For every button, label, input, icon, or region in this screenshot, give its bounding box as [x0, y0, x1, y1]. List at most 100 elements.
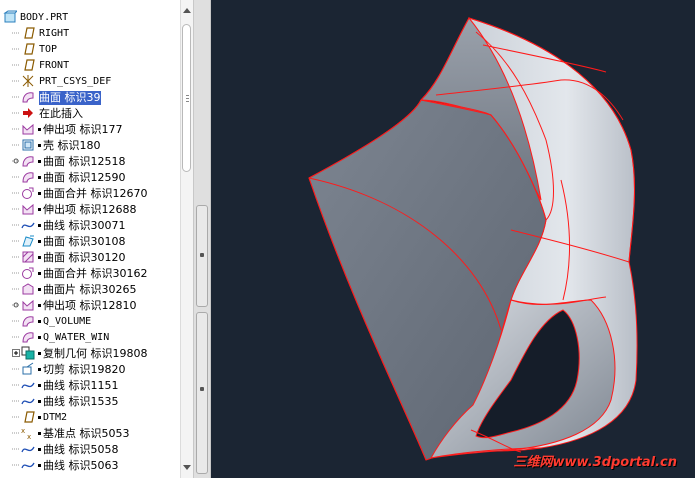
- bullet-icon: [38, 176, 41, 179]
- tree-item-label: 伸出项 标识12810: [43, 299, 137, 312]
- tree-item[interactable]: 曲面 标识12518: [0, 154, 180, 170]
- tree-item[interactable]: 复制几何 标识19808: [0, 346, 180, 362]
- tree-item-label: 壳 标识180: [43, 139, 101, 152]
- boundary-surface-icon: [21, 234, 35, 248]
- tree-item[interactable]: 曲面 标识12590: [0, 170, 180, 186]
- panel-splitter[interactable]: [193, 0, 211, 478]
- tree-item-label: 曲面片 标识30265: [43, 283, 137, 296]
- bullet-icon: [38, 128, 41, 131]
- bullet-icon: [38, 304, 41, 307]
- bullet-icon: [38, 464, 41, 467]
- tree-item-label: TOP: [39, 44, 58, 55]
- scroll-grip-icon: [186, 95, 189, 104]
- protrusion-icon: [21, 122, 35, 136]
- tree-scrollbar[interactable]: [180, 0, 193, 478]
- tree-item[interactable]: 曲面片 标识30265: [0, 282, 180, 298]
- tree-connector-icon: [12, 250, 21, 264]
- tree-item-label: 曲线 标识5058: [43, 443, 119, 456]
- datum-plane-icon: [21, 410, 35, 424]
- tree-item-label: 曲面 标识12518: [43, 155, 126, 168]
- tree-item[interactable]: RIGHT: [0, 26, 180, 42]
- copy-geometry-icon: [21, 346, 35, 360]
- tree-item[interactable]: 壳 标识180: [0, 138, 180, 154]
- graphics-viewport[interactable]: 三维网www.3dportal.cn: [211, 0, 695, 478]
- bullet-icon: [38, 224, 41, 227]
- tree-item[interactable]: 曲面 标识30108: [0, 234, 180, 250]
- tree-item-label: PRT_CSYS_DEF: [39, 76, 112, 87]
- tree-connector-icon: [12, 138, 21, 152]
- tree-item[interactable]: Q_VOLUME: [0, 314, 180, 330]
- svg-text:x: x: [21, 427, 25, 435]
- tree-item[interactable]: 在此插入: [0, 106, 180, 122]
- tree-item[interactable]: 伸出项 标识177: [0, 122, 180, 138]
- tree-item[interactable]: 曲线 标识5058: [0, 442, 180, 458]
- tree-connector-icon: [12, 234, 21, 248]
- tree-item[interactable]: 伸出项 标识12810: [0, 298, 180, 314]
- tree-item[interactable]: 曲线 标识5063: [0, 458, 180, 474]
- tree-item-label: 曲面 标识30120: [43, 251, 126, 264]
- coordinate-system-icon: [21, 74, 35, 88]
- curve-icon: [21, 394, 35, 408]
- tree-item[interactable]: DTM2: [0, 410, 180, 426]
- tree-item[interactable]: 曲面 标识30120: [0, 250, 180, 266]
- svg-text:x: x: [27, 433, 31, 440]
- expand-toggle-icon[interactable]: [12, 346, 21, 360]
- tree-item[interactable]: 曲面合并 标识12670: [0, 186, 180, 202]
- cut-icon: [21, 362, 35, 376]
- surface-merge-icon: [21, 266, 35, 280]
- tree-root[interactable]: BODY.PRT: [0, 10, 180, 26]
- tree-item-label: 曲面 标识39: [39, 91, 101, 105]
- pitcher-model: [308, 17, 638, 461]
- tree-item-label: 伸出项 标识12688: [43, 203, 137, 216]
- branch-connector-icon: [12, 154, 21, 168]
- tree-item[interactable]: 曲面 标识39: [0, 90, 180, 106]
- tree-item[interactable]: 曲线 标识1535: [0, 394, 180, 410]
- curve-icon: [21, 218, 35, 232]
- surface-icon: [21, 170, 35, 184]
- tree-item[interactable]: 伸出项 标识12688: [0, 202, 180, 218]
- tree-item-label: 曲面合并 标识12670: [43, 187, 148, 200]
- tree-item-label: 曲线 标识5063: [43, 459, 119, 472]
- watermark-text: 三维网www.3dportal.cn: [513, 455, 677, 470]
- tree-item[interactable]: 曲线 标识30071: [0, 218, 180, 234]
- tree-connector-icon: [12, 170, 21, 184]
- surface-icon: [21, 314, 35, 328]
- curve-icon: [21, 442, 35, 456]
- scroll-up-arrow-icon[interactable]: [183, 8, 191, 13]
- datum-point-icon: xx: [21, 426, 35, 441]
- insert-here-arrow-icon: [21, 106, 35, 120]
- tree-item[interactable]: TOP: [0, 42, 180, 58]
- tree-connector-icon: [12, 42, 21, 56]
- tree-connector-icon: [12, 218, 21, 232]
- fill-surface-icon: [21, 250, 35, 264]
- bullet-icon: [38, 448, 41, 451]
- tree-item[interactable]: x x 基准点 标识5053: [0, 426, 180, 442]
- surface-icon: [21, 154, 35, 168]
- tree-connector-icon: [12, 458, 21, 472]
- tree-item[interactable]: FRONT: [0, 58, 180, 74]
- tree-item[interactable]: 曲面合并 标识30162: [0, 266, 180, 282]
- scroll-down-arrow-icon[interactable]: [183, 465, 191, 470]
- surface-icon: [21, 90, 35, 104]
- protrusion-icon: [21, 202, 35, 216]
- bullet-icon: [38, 240, 41, 243]
- tree-item[interactable]: PRT_CSYS_DEF: [0, 74, 180, 90]
- tree-connector-icon: [12, 90, 21, 104]
- bullet-icon: [38, 352, 41, 355]
- tree-connector-icon: [12, 442, 21, 456]
- tree-connector-icon: [12, 314, 21, 328]
- scroll-thumb[interactable]: [182, 24, 191, 172]
- bullet-icon: [38, 416, 41, 419]
- bullet-icon: [38, 432, 41, 435]
- sash-dot-icon: [200, 253, 204, 257]
- tree-item[interactable]: 曲线 标识1151: [0, 378, 180, 394]
- tree-item-label: FRONT: [39, 60, 70, 71]
- tree-item[interactable]: Q_WATER_WIN: [0, 330, 180, 346]
- bullet-icon: [38, 208, 41, 211]
- bullet-icon: [38, 288, 41, 291]
- sash-handle-bottom[interactable]: [196, 312, 208, 474]
- tree-item[interactable]: 切剪 标识19820: [0, 362, 180, 378]
- tree-item-label: 曲面合并 标识30162: [43, 267, 148, 280]
- curve-icon: [21, 378, 35, 392]
- datum-plane-icon: [21, 58, 35, 72]
